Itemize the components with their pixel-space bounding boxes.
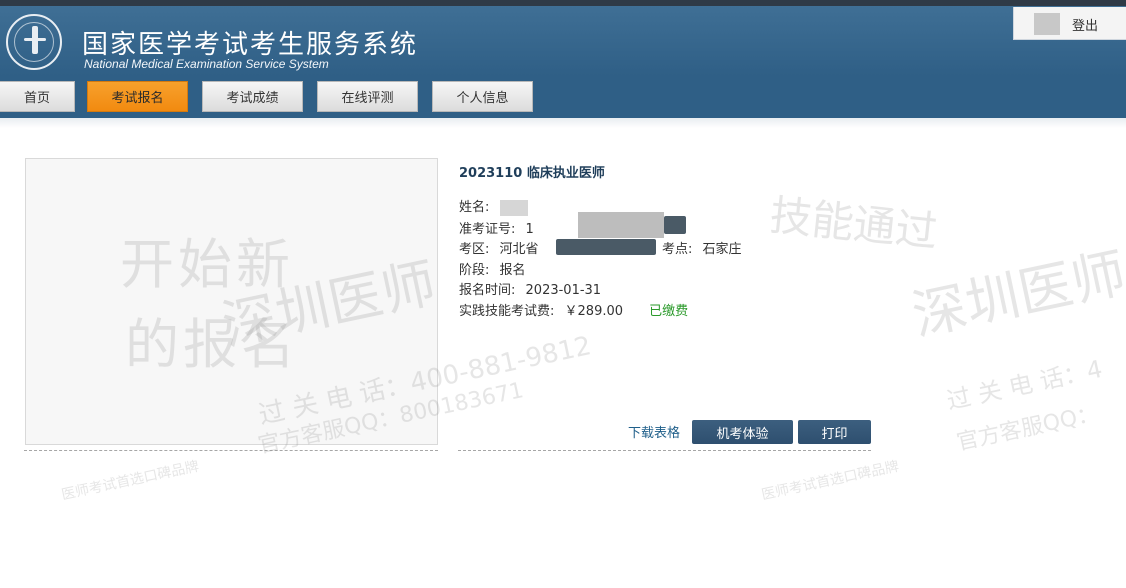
name-value-redacted bbox=[499, 199, 528, 216]
nav-personal-info[interactable]: 个人信息 bbox=[432, 81, 533, 112]
nav-home[interactable]: 首页 bbox=[0, 81, 75, 112]
name-label: 姓名: bbox=[459, 200, 490, 215]
region-value: 河北省 bbox=[499, 242, 539, 257]
field-site: 考点: 石家庄 bbox=[662, 238, 742, 257]
main-nav: 首页 考试报名 考试成绩 在线评测 个人信息 bbox=[0, 81, 1126, 117]
watermark-text: 深圳医师 bbox=[906, 241, 1126, 348]
system-title-en: National Medical Examination Service Sys… bbox=[84, 57, 329, 71]
avatar bbox=[1034, 13, 1060, 35]
fee-value: ￥289.00 bbox=[564, 304, 624, 319]
watermark-text: 技能通过 bbox=[767, 190, 940, 257]
system-title-cn: 国家医学考试考生服务系统 bbox=[82, 30, 419, 60]
field-region: 考区: 河北省 bbox=[459, 238, 539, 257]
download-form-link[interactable]: 下载表格 bbox=[628, 422, 680, 441]
site-value: 石家庄 bbox=[702, 242, 742, 257]
admission-value: 1 bbox=[525, 222, 534, 237]
watermark-text: 官方客服QQ： bbox=[954, 401, 1102, 456]
fee-label: 实践技能考试费: bbox=[459, 304, 555, 319]
stage-label: 阶段: bbox=[459, 263, 490, 278]
photo-panel bbox=[25, 158, 438, 445]
admission-label: 准考证号: bbox=[459, 222, 516, 237]
fee-status-badge: 已缴费 bbox=[649, 304, 689, 319]
header: 国家医学考试考生服务系统 National Medical Examinatio… bbox=[0, 6, 1126, 76]
computer-exam-experience-button[interactable]: 机考体验 bbox=[692, 420, 793, 444]
print-button[interactable]: 打印 bbox=[798, 420, 871, 444]
seal-logo-icon bbox=[6, 14, 62, 70]
nav-online-assessment[interactable]: 在线评测 bbox=[317, 81, 418, 112]
logout-area: 登出 bbox=[1013, 7, 1126, 40]
exam-title: 2023110 临床执业医师 bbox=[459, 166, 605, 181]
field-fee: 实践技能考试费: ￥289.00 已缴费 bbox=[459, 300, 688, 319]
site-label: 考点: bbox=[662, 242, 693, 257]
stage-value: 报名 bbox=[499, 263, 526, 278]
nav-exam-results[interactable]: 考试成绩 bbox=[202, 81, 303, 112]
content-top-shadow bbox=[0, 118, 1126, 128]
divider-left bbox=[24, 450, 438, 451]
field-stage: 阶段: 报名 bbox=[459, 259, 526, 278]
admission-redaction bbox=[578, 212, 664, 238]
small-action-button[interactable] bbox=[664, 216, 686, 234]
watermark-text: 过 关 电 话：4 bbox=[944, 354, 1105, 416]
divider-right bbox=[458, 450, 871, 451]
watermark-text: 医师考试首选口碑品牌 bbox=[60, 458, 201, 504]
field-name: 姓名: bbox=[459, 196, 528, 216]
upload-button[interactable] bbox=[556, 239, 656, 255]
medical-symbol-icon bbox=[24, 26, 46, 54]
nav-exam-registration[interactable]: 考试报名 bbox=[87, 81, 188, 112]
watermark-text: 医师考试首选口碑品牌 bbox=[760, 458, 901, 504]
time-value: 2023-01-31 bbox=[525, 283, 602, 298]
field-admission: 准考证号: 1 bbox=[459, 218, 534, 237]
region-label: 考区: bbox=[459, 242, 490, 257]
time-label: 报名时间: bbox=[459, 283, 516, 298]
logout-link[interactable]: 登出 bbox=[1072, 15, 1098, 34]
field-time: 报名时间: 2023-01-31 bbox=[459, 279, 601, 298]
